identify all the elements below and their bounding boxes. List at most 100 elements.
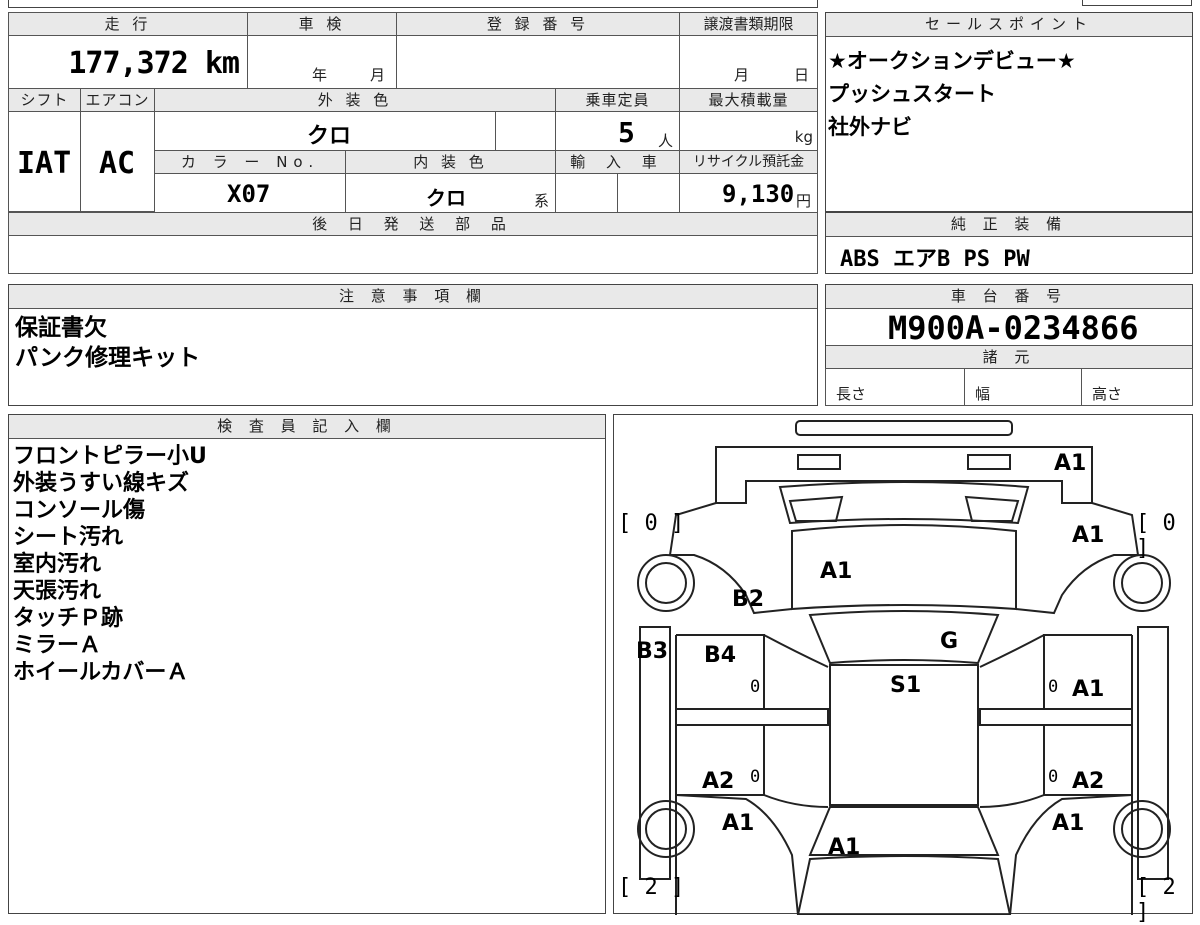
caution-box: 注 意 事 項 欄 保証書欠 パンク修理キット xyxy=(8,284,818,406)
sales-points-label: セールスポイント xyxy=(826,13,1192,37)
door-zero-left-rear: 0 xyxy=(750,767,761,787)
capacity-cell: 5 人 xyxy=(555,111,680,151)
tire-rating-rear-right: [ 2 ] xyxy=(1136,875,1176,925)
mark-hood: A1 xyxy=(820,559,853,584)
inspector-line: ミラーＡ xyxy=(13,633,102,658)
mark-right-front-door: A1 xyxy=(1072,677,1105,702)
exterior-color-value: クロ xyxy=(307,124,352,149)
spec-width-cell: 幅 xyxy=(964,368,1082,406)
right-front-fender xyxy=(1015,502,1140,615)
inspector-line: 天張汚れ xyxy=(13,579,102,604)
inspector-box: 検 査 員 記 入 欄 フロントピラー小U 外装うすい線キズ コンソール傷 シー… xyxy=(8,414,606,914)
ac-cell: AC xyxy=(80,111,155,212)
mark-windshield: G xyxy=(940,629,959,654)
top-strip xyxy=(8,0,818,8)
interior-color-cell: クロ 系 xyxy=(345,173,556,213)
tire-rating-front-left: [ 0 ] xyxy=(618,511,685,536)
chassis-box: 車 台 番 号 M900A-0234866 諸 元 長さ 幅 高さ xyxy=(825,284,1193,406)
inspector-line: ホイールカバーＡ xyxy=(13,660,189,685)
caution-label: 注 意 事 項 欄 xyxy=(9,285,817,309)
vehicle-info-block: 走 行 車 検 登 録 番 号 譲渡書類期限 177,372 km 年 月 月 … xyxy=(8,12,818,274)
wheel-front-left-inner xyxy=(645,562,687,604)
front-lamp-right xyxy=(967,454,1011,470)
interior-color-suffix: 系 xyxy=(534,192,550,210)
genuine-equipment-value: ABS エアB PS PW xyxy=(840,247,1030,272)
sales-points-box: セールスポイント ★オークションデビュー★ プッシュスタート 社外ナビ xyxy=(825,12,1193,212)
inspector-line: フロントピラー小U xyxy=(13,444,207,469)
left-front-fender xyxy=(668,502,793,615)
car-diagram-box: [ 0 ] [ 0 ] [ 2 ] [ 2 ] A1 A1 A1 B2 B3 B… xyxy=(613,414,1193,925)
sales-point-line: 社外ナビ xyxy=(828,115,912,139)
shift-label: シフト xyxy=(8,88,81,112)
color-no-cell: X07 xyxy=(154,173,346,213)
registration-label: 登 録 番 号 xyxy=(396,12,680,36)
mileage-cell: 177,372 km xyxy=(8,35,248,89)
color-no-label: カ ラ ー No. xyxy=(154,150,346,174)
left-rear-pillar-line xyxy=(763,794,829,808)
capacity-unit: 人 xyxy=(658,132,674,150)
capacity-value: 5 xyxy=(618,116,635,149)
door-zero-right-rear: 0 xyxy=(1048,767,1059,787)
mark-left-front-door: B4 xyxy=(704,643,737,668)
front-lamp-left xyxy=(797,454,841,470)
later-parts-label: 後 日 発 送 部 品 xyxy=(8,212,818,236)
mark-right-rear-fender: A1 xyxy=(1052,811,1085,836)
right-sill xyxy=(1137,626,1169,880)
mileage-value: 177,372 km xyxy=(68,46,240,81)
right-door-divider xyxy=(979,708,1132,726)
car-outline-diagram xyxy=(637,420,1171,915)
capacity-label: 乗車定員 xyxy=(555,88,680,112)
wheel-front-right-inner xyxy=(1121,562,1163,604)
mark-rear: A1 xyxy=(828,835,861,860)
transfer-cell: 月 日 xyxy=(679,35,818,89)
mileage-label: 走 行 xyxy=(8,12,248,36)
color-no-value: X07 xyxy=(227,180,271,208)
inspector-line: 外装うすい線キズ xyxy=(13,471,190,496)
mark-right-rear-door: A2 xyxy=(1072,769,1105,794)
top-right-strip xyxy=(1082,0,1192,6)
transfer-deadline-label: 譲渡書類期限 xyxy=(679,12,818,36)
transfer-month: 月 xyxy=(734,66,750,84)
inspector-lines: フロントピラー小U 外装うすい線キズ コンソール傷 シート汚れ 室内汚れ 天張汚… xyxy=(13,443,207,686)
left-pillar-line xyxy=(763,634,829,668)
wheel-rear-right-inner xyxy=(1121,808,1163,850)
inspection-year: 年 xyxy=(312,66,328,84)
import-cell-a xyxy=(555,173,618,213)
interior-color-label: 内 装 色 xyxy=(345,150,556,174)
spec-height-label: 高さ xyxy=(1092,385,1123,403)
exterior-color-extra-cell xyxy=(495,111,556,151)
specs-label: 諸 元 xyxy=(826,345,1192,369)
import-label: 輸 入 車 xyxy=(555,150,680,174)
chassis-value: M900A-0234866 xyxy=(888,309,1139,347)
spec-length-label: 長さ xyxy=(836,385,867,403)
max-load-label: 最大積載量 xyxy=(679,88,818,112)
recycle-label: リサイクル預託金 xyxy=(679,150,818,174)
spec-height-cell: 高さ xyxy=(1081,368,1193,406)
sales-point-line: プッシュスタート xyxy=(828,82,996,106)
recycle-value: 9,130 xyxy=(722,180,795,208)
caution-line: 保証書欠 xyxy=(15,315,107,341)
front-grille-bar xyxy=(795,420,1013,436)
spec-width-label: 幅 xyxy=(975,385,991,403)
ac-value: AC xyxy=(99,146,136,181)
mark-left-step: B3 xyxy=(636,639,669,664)
transfer-day: 日 xyxy=(794,66,810,84)
mark-left-pillar: B2 xyxy=(732,587,765,612)
inspector-label: 検 査 員 記 入 欄 xyxy=(9,415,605,439)
inspector-line: 室内汚れ xyxy=(13,552,102,577)
front-bumper-outline xyxy=(715,446,1093,504)
genuine-equipment-label: 純 正 装 備 xyxy=(826,213,1192,237)
inspection-month: 月 xyxy=(370,66,386,84)
wheel-rear-left-inner xyxy=(645,808,687,850)
registration-cell xyxy=(396,35,680,89)
right-pillar-line xyxy=(979,634,1045,668)
exterior-color-label: 外 装 色 xyxy=(154,88,556,112)
door-zero-right-front: 0 xyxy=(1048,677,1059,697)
front-wiper-left xyxy=(788,495,844,522)
tire-rating-rear-left: [ 2 ] xyxy=(618,875,685,900)
mark-front-right-fender: A1 xyxy=(1072,523,1105,548)
caution-lines: 保証書欠 パンク修理キット xyxy=(15,313,200,373)
left-sill xyxy=(639,626,671,880)
inspector-line: コンソール傷 xyxy=(13,498,146,523)
rear-outline xyxy=(796,855,1012,915)
